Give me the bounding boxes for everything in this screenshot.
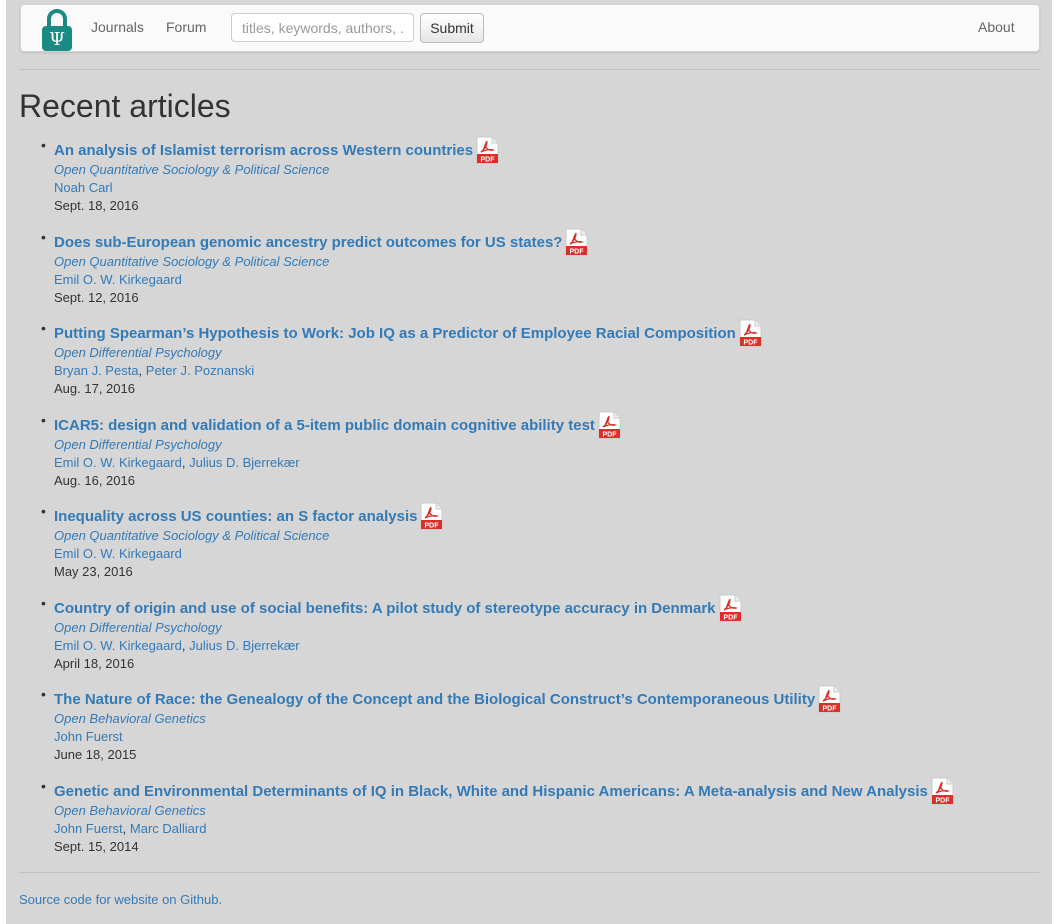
submit-button[interactable]: Submit bbox=[420, 13, 484, 43]
bullet-icon: • bbox=[41, 320, 46, 336]
pdf-icon[interactable]: PDF bbox=[719, 594, 742, 622]
article-title-link[interactable]: Genetic and Environmental Determinants o… bbox=[54, 783, 928, 800]
author-separator: , bbox=[122, 820, 130, 836]
author-link[interactable]: Noah Carl bbox=[54, 180, 113, 195]
author-link[interactable]: John Fuerst bbox=[54, 729, 123, 744]
article-item: • Country of origin and use of social ben… bbox=[6, 588, 1052, 680]
github-source-link[interactable]: Source code for website on Github. bbox=[19, 892, 222, 907]
nav-forum-link[interactable]: Forum bbox=[166, 19, 206, 35]
journal-link[interactable]: Open Behavioral Genetics bbox=[54, 803, 206, 818]
article-authors: John Fuerst bbox=[54, 729, 123, 744]
pdf-label: PDF bbox=[743, 340, 758, 347]
author-link[interactable]: Julius D. Bjerrekær bbox=[189, 638, 300, 653]
article-item: • Putting Spearman’s Hypothesis to Work: … bbox=[6, 313, 1052, 405]
search-input[interactable] bbox=[231, 13, 414, 42]
padlock-psi-logo-icon[interactable]: Ψ bbox=[41, 7, 73, 53]
bullet-icon: • bbox=[41, 228, 46, 245]
article-date: Sept. 12, 2016 bbox=[54, 289, 139, 305]
bullet-icon: • bbox=[41, 777, 46, 794]
journal-link[interactable]: Open Quantitative Sociology & Political … bbox=[54, 254, 329, 269]
article-date: June 18, 2015 bbox=[54, 747, 137, 762]
article-item: • The Nature of Race: the Genealogy of th… bbox=[6, 679, 1052, 771]
article-title-link[interactable]: Does sub-European genomic ancestry predi… bbox=[54, 234, 562, 251]
pdf-label: PDF bbox=[935, 797, 950, 804]
pdf-icon[interactable]: PDF bbox=[565, 228, 588, 256]
article-list: • An analysis of Islamist terrorism acros… bbox=[6, 130, 1052, 862]
pdf-icon[interactable]: PDF bbox=[931, 777, 954, 805]
author-separator: , bbox=[138, 363, 146, 378]
article-authors: Emil O. W. Kirkegaard, Julius D. Bjerrek… bbox=[54, 638, 300, 653]
article-date: April 18, 2016 bbox=[54, 655, 135, 671]
pdf-label: PDF bbox=[570, 248, 585, 255]
bottom-divider bbox=[19, 872, 1039, 873]
pdf-label: PDF bbox=[723, 614, 738, 621]
author-link[interactable]: Emil O. W. Kirkegaard bbox=[54, 272, 182, 287]
page-background: Ψ Journals Forum Submit About Recent art… bbox=[6, 0, 1052, 924]
article-authors: Emil O. W. Kirkegaard bbox=[54, 546, 182, 561]
author-link[interactable]: Marc Dalliard bbox=[130, 821, 207, 836]
article-title-link[interactable]: The Nature of Race: the Genealogy of the… bbox=[54, 691, 815, 708]
top-divider bbox=[19, 69, 1039, 70]
pdf-icon[interactable]: PDF bbox=[598, 411, 621, 439]
pdf-label: PDF bbox=[425, 523, 440, 530]
article-title-link[interactable]: Putting Spearman’s Hypothesis to Work: J… bbox=[54, 325, 736, 342]
author-link[interactable]: Peter J. Poznanski bbox=[146, 363, 254, 378]
article-item: • ICAR5: design and validation of a 5-ite… bbox=[6, 405, 1052, 497]
article-authors: Emil O. W. Kirkegaard bbox=[54, 272, 182, 287]
article-title-link[interactable]: Inequality across US counties: an S fact… bbox=[54, 508, 417, 525]
journal-link[interactable]: Open Differential Psychology bbox=[54, 345, 222, 360]
author-link[interactable]: John Fuerst bbox=[54, 821, 123, 836]
journal-link[interactable]: Open Behavioral Genetics bbox=[54, 711, 206, 726]
bullet-icon: • bbox=[41, 503, 46, 519]
article-date: Sept. 18, 2016 bbox=[54, 198, 139, 213]
nav-about-link[interactable]: About bbox=[978, 19, 1015, 35]
bullet-icon: • bbox=[41, 686, 46, 702]
author-link[interactable]: Emil O. W. Kirkegaard bbox=[54, 455, 182, 470]
page-title: Recent articles bbox=[19, 88, 231, 124]
pdf-icon[interactable]: PDF bbox=[420, 502, 443, 530]
pdf-icon[interactable]: PDF bbox=[476, 136, 499, 164]
article-authors: Bryan J. Pesta, Peter J. Poznanski bbox=[54, 363, 254, 378]
journal-link[interactable]: Open Quantitative Sociology & Political … bbox=[54, 528, 329, 543]
pdf-label: PDF bbox=[481, 157, 496, 164]
article-title-link[interactable]: Country of origin and use of social bene… bbox=[54, 600, 716, 617]
article-authors: Emil O. W. Kirkegaard, Julius D. Bjerrek… bbox=[54, 455, 300, 470]
bullet-icon: • bbox=[41, 594, 46, 611]
article-date: Aug. 17, 2016 bbox=[54, 381, 135, 396]
author-link[interactable]: Emil O. W. Kirkegaard bbox=[54, 638, 182, 653]
nav-journals-link[interactable]: Journals bbox=[91, 19, 144, 35]
article-date: May 23, 2016 bbox=[54, 564, 133, 579]
article-item: • Genetic and Environmental Determinants … bbox=[6, 771, 1052, 863]
journal-link[interactable]: Open Differential Psychology bbox=[54, 437, 222, 452]
article-title-link[interactable]: ICAR5: design and validation of a 5-item… bbox=[54, 417, 595, 434]
article-item: • An analysis of Islamist terrorism acros… bbox=[6, 130, 1052, 222]
bullet-icon: • bbox=[41, 411, 46, 428]
author-link[interactable]: Bryan J. Pesta bbox=[54, 363, 139, 378]
navbar: Ψ Journals Forum Submit About bbox=[20, 4, 1040, 52]
pdf-label: PDF bbox=[602, 431, 617, 438]
journal-link[interactable]: Open Differential Psychology bbox=[54, 620, 222, 635]
article-authors: Noah Carl bbox=[54, 180, 113, 195]
logo-glyph: Ψ bbox=[49, 29, 65, 50]
article-item: • Inequality across US counties: an S fac… bbox=[6, 496, 1052, 588]
article-title-link[interactable]: An analysis of Islamist terrorism across… bbox=[54, 142, 473, 159]
article-authors: John Fuerst, Marc Dalliard bbox=[54, 821, 206, 836]
author-link[interactable]: Emil O. W. Kirkegaard bbox=[54, 546, 182, 561]
article-date: Sept. 15, 2014 bbox=[54, 838, 139, 854]
pdf-icon[interactable]: PDF bbox=[739, 319, 762, 347]
author-link[interactable]: Julius D. Bjerrekær bbox=[189, 455, 300, 470]
article-date: Aug. 16, 2016 bbox=[54, 472, 135, 488]
article-item: • Does sub-European genomic ancestry pred… bbox=[6, 222, 1052, 314]
pdf-label: PDF bbox=[823, 706, 838, 713]
journal-link[interactable]: Open Quantitative Sociology & Political … bbox=[54, 162, 329, 177]
pdf-icon[interactable]: PDF bbox=[818, 685, 841, 713]
bullet-icon: • bbox=[41, 137, 46, 153]
